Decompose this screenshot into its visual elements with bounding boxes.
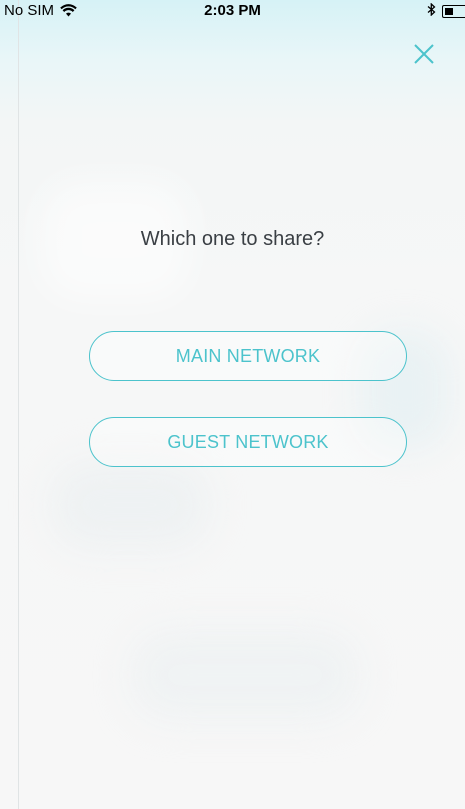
battery-icon (442, 5, 465, 18)
guest-network-button[interactable]: GUEST NETWORK (89, 417, 407, 467)
main-network-button[interactable]: MAIN NETWORK (89, 331, 407, 381)
close-button[interactable] (410, 40, 438, 68)
main-network-label: MAIN NETWORK (175, 345, 321, 366)
bluetooth-icon (427, 2, 436, 20)
close-icon (414, 44, 434, 64)
dialog-title: Which one to share? (140, 228, 325, 250)
status-right (427, 2, 465, 20)
guest-network-label: GUEST NETWORK (167, 431, 329, 452)
background-blur (130, 630, 360, 720)
status-time: 2:03 PM (204, 2, 261, 19)
share-network-screen: No SIM 2:03 PM Which one to share? MAIN … (0, 0, 465, 809)
divider (18, 0, 19, 809)
status-bar: No SIM 2:03 PM (0, 0, 465, 22)
background-blur (50, 460, 210, 550)
